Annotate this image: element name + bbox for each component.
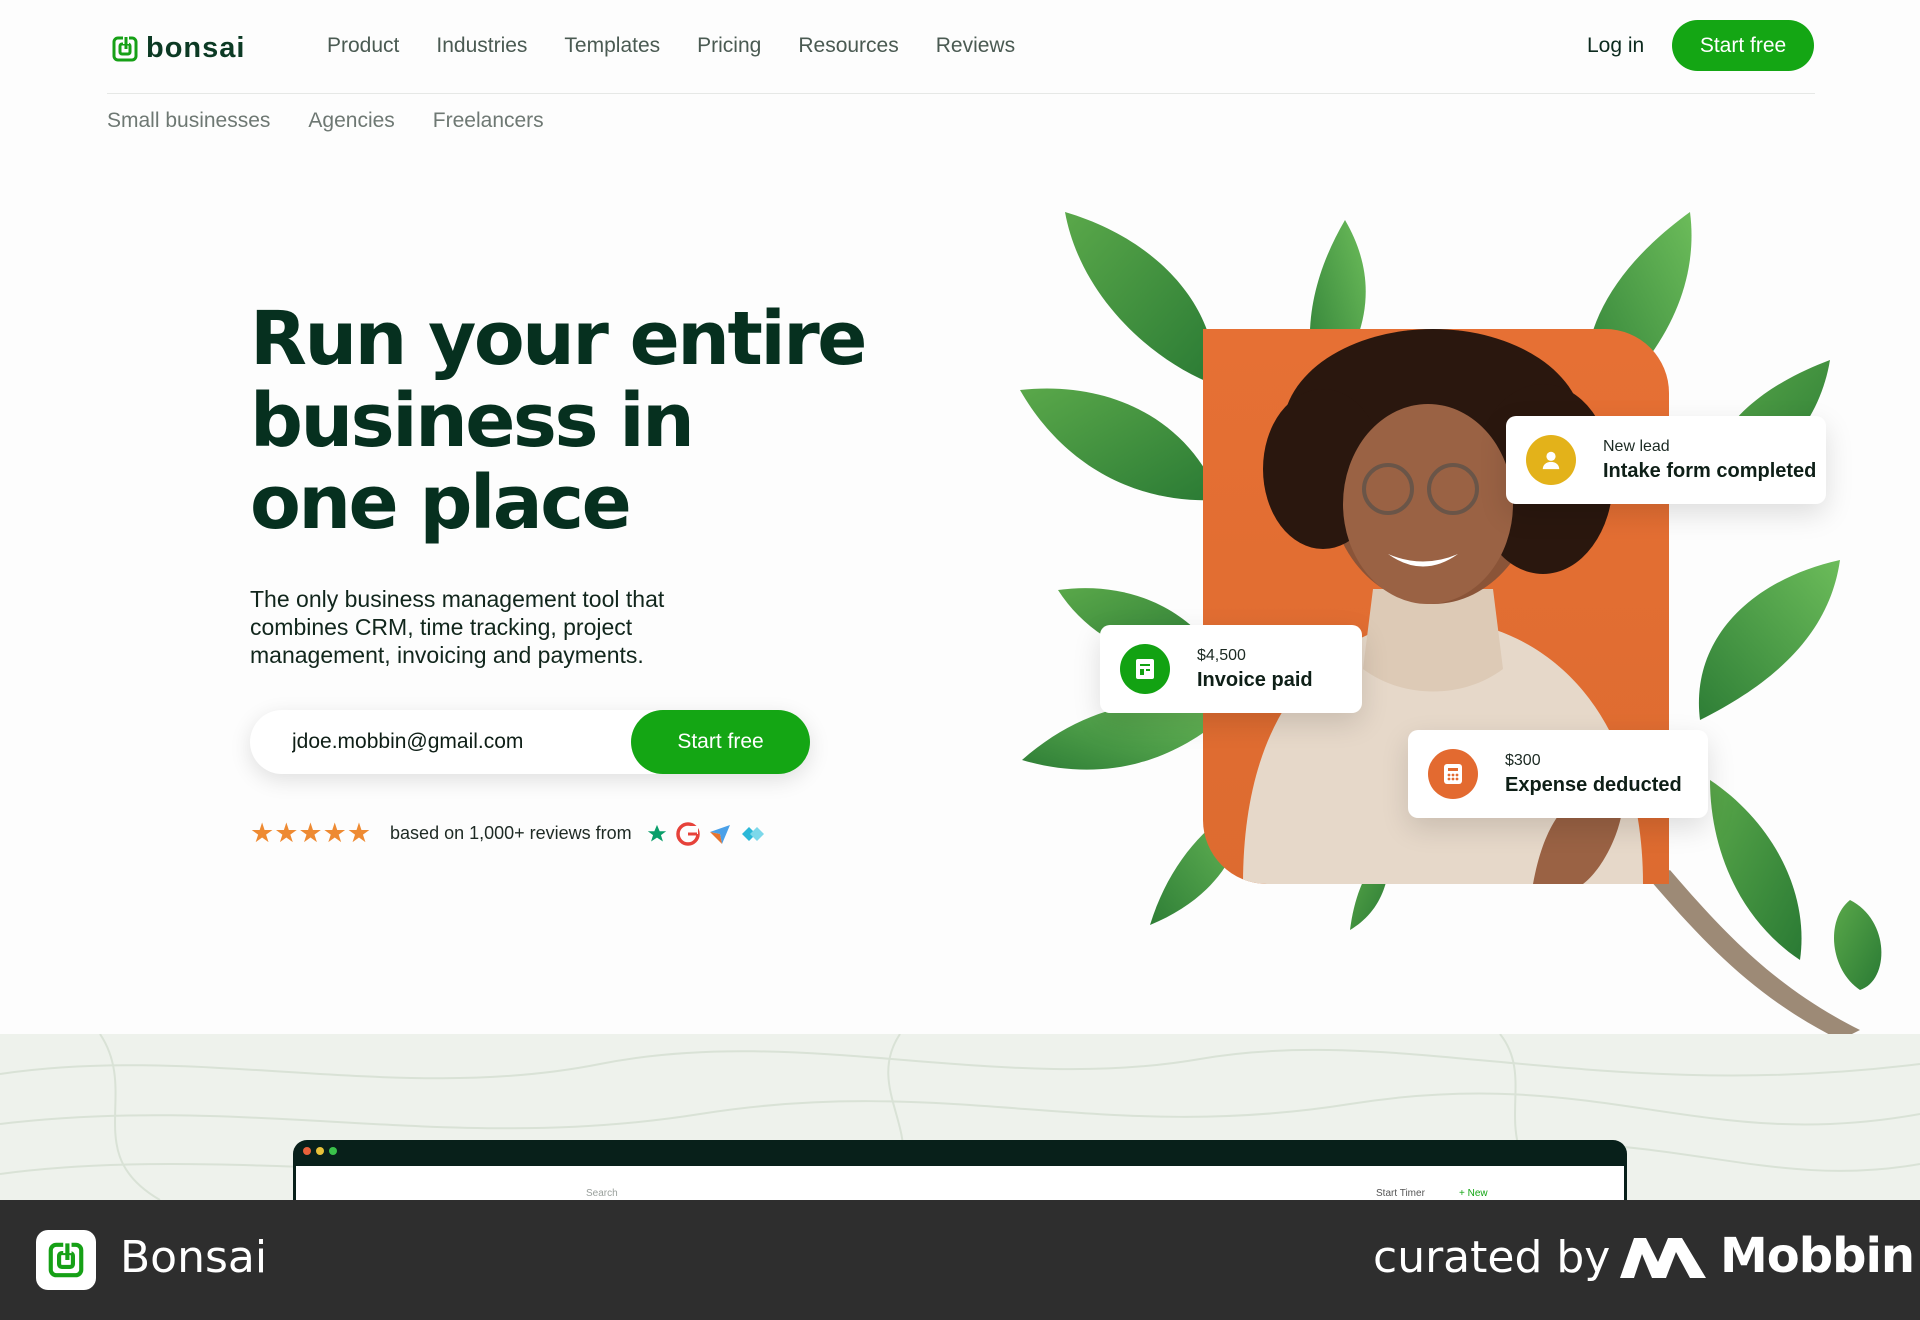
bonsai-app-icon — [36, 1230, 96, 1290]
headline-line-2: business in — [250, 378, 695, 464]
top-nav: bonsai Product Industries Templates Pric… — [107, 20, 1815, 94]
subnav-small-businesses[interactable]: Small businesses — [107, 109, 270, 133]
review-sources — [646, 821, 768, 846]
main-menu: Product Industries Templates Pricing Res… — [327, 34, 1015, 58]
mobbin-brand: Mobbin — [1720, 1228, 1915, 1284]
start-free-button-hero[interactable]: Start free — [631, 710, 810, 774]
menu-templates[interactable]: Templates — [564, 34, 660, 58]
invoice-status: Invoice paid — [1197, 668, 1313, 691]
headline-line-1: Run your entire — [250, 296, 867, 382]
preview-start-timer: Start Timer — [1376, 1188, 1425, 1199]
mobbin-logo: Mobbin — [1620, 1228, 1915, 1284]
bonsai-logo[interactable]: bonsai — [112, 32, 245, 65]
menu-pricing[interactable]: Pricing — [697, 34, 761, 58]
menu-reviews[interactable]: Reviews — [936, 34, 1015, 58]
expense-status: Expense deducted — [1505, 773, 1682, 796]
new-lead-card: New lead Intake form completed — [1506, 416, 1826, 504]
lead-status: Intake form completed — [1603, 459, 1817, 482]
preview-search: Search — [586, 1188, 618, 1199]
preview-new-button: + New — [1459, 1188, 1488, 1199]
capterra-icon — [709, 824, 730, 844]
hero-subtitle: The only business management tool that c… — [250, 586, 665, 668]
reviews-row: ★★★★★ based on 1,000+ reviews from — [250, 820, 768, 847]
getapp-icon — [741, 826, 764, 841]
hero-headline: Run your entire business in one place — [250, 298, 870, 544]
invoice-card: $4,500 Invoice paid — [1100, 625, 1362, 713]
mobbin-logo-icon — [1620, 1238, 1706, 1278]
lead-label: New lead — [1603, 437, 1670, 455]
subnav-freelancers[interactable]: Freelancers — [433, 109, 544, 133]
invoice-amount: $4,500 — [1197, 646, 1246, 664]
menu-industries[interactable]: Industries — [436, 34, 527, 58]
mobbin-footer: Bonsai curated by Mobbin — [0, 1200, 1920, 1320]
menu-product[interactable]: Product — [327, 34, 399, 58]
start-free-button-top[interactable]: Start free — [1672, 20, 1814, 71]
brand-name: bonsai — [146, 32, 246, 64]
login-link[interactable]: Log in — [1587, 34, 1644, 58]
invoice-icon — [1120, 644, 1170, 694]
trustpilot-star-icon — [647, 824, 666, 842]
signup-form: Start free — [250, 710, 810, 774]
menu-resources[interactable]: Resources — [798, 34, 898, 58]
expense-amount: $300 — [1505, 751, 1541, 769]
footer-app-name: Bonsai — [120, 1232, 268, 1283]
rating-stars-icon: ★★★★★ — [250, 818, 372, 848]
headline-line-3: one place — [250, 460, 632, 546]
window-controls — [303, 1147, 337, 1155]
expense-card: $300 Expense deducted — [1408, 730, 1708, 818]
app-preview-screen: Search Start Timer + New — [296, 1166, 1624, 1200]
g2-icon — [675, 821, 700, 846]
sub-nav: Small businesses Agencies Freelancers — [107, 109, 544, 133]
subnav-agencies[interactable]: Agencies — [308, 109, 394, 133]
calculator-icon — [1428, 749, 1478, 799]
bonsai-logo-icon — [112, 35, 138, 61]
curated-by-text: curated by — [1373, 1232, 1611, 1283]
user-icon — [1526, 435, 1576, 485]
reviews-text: based on 1,000+ reviews from — [390, 823, 632, 843]
app-preview-window: Search Start Timer + New — [293, 1140, 1627, 1200]
email-input[interactable] — [292, 722, 622, 762]
